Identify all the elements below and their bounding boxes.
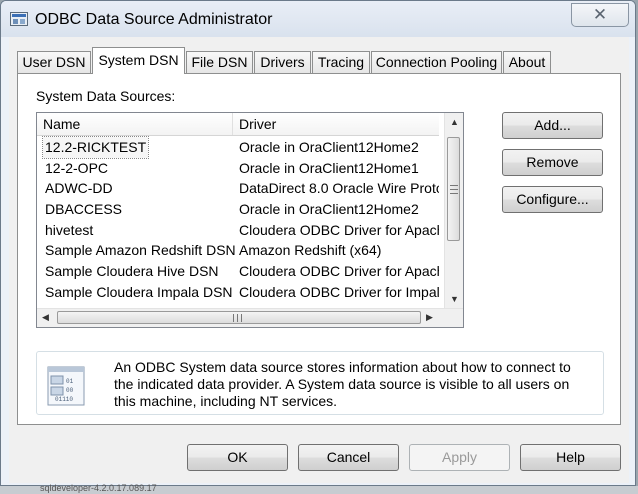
svg-text:01110: 01110	[55, 396, 73, 403]
window-title: ODBC Data Source Administrator	[35, 11, 273, 28]
close-icon: ✕	[592, 5, 608, 24]
scroll-down-arrow-icon[interactable]: ▼	[450, 294, 459, 304]
row-driver: Amazon Redshift (x64)	[239, 242, 382, 259]
grip-icon	[233, 314, 242, 322]
odbc-app-icon	[10, 12, 28, 26]
row-driver: Cloudera ODBC Driver for Apach	[239, 263, 439, 280]
info-description: An ODBC System data source stores inform…	[114, 359, 571, 409]
row-name: hivetest	[45, 221, 94, 238]
horizontal-scroll-thumb[interactable]	[57, 311, 421, 324]
cancel-button[interactable]: Cancel	[298, 444, 399, 471]
list-row[interactable]: Sample Cloudera Hive DSN Cloudera ODBC Dr…	[37, 261, 439, 282]
configure-button[interactable]: Configure...	[502, 186, 603, 213]
data-source-list[interactable]: Name Driver 12.2-RICKTEST Oracle in OraCl…	[36, 112, 464, 328]
tab-connection-pooling[interactable]: Connection Pooling	[371, 51, 502, 73]
row-driver: Oracle in OraClient12Home2	[239, 139, 419, 155]
row-driver: Cloudera ODBC Driver for Impala	[239, 283, 439, 300]
row-driver: Oracle in OraClient12Home2	[239, 201, 419, 218]
row-driver: Cloudera ODBC Driver for Apach	[239, 221, 439, 238]
system-dsn-panel: System Data Sources: Name Driver 12.2-RI…	[17, 73, 621, 425]
tab-file-dsn[interactable]: File DSN	[186, 51, 253, 73]
tab-tracing[interactable]: Tracing	[312, 51, 370, 73]
row-name: Sample Cloudera Hive DSN	[45, 263, 219, 280]
scroll-up-arrow-icon[interactable]: ▲	[450, 117, 459, 127]
horizontal-scrollbar[interactable]: ◀ ▶	[37, 308, 463, 327]
list-header: Name Driver	[37, 113, 439, 136]
vertical-scrollbar[interactable]: ▲ ▼	[444, 113, 463, 310]
list-row[interactable]: ADWC-DD DataDirect 8.0 Oracle Wire Proto	[37, 178, 439, 199]
tab-system-dsn[interactable]: System DSN	[92, 47, 185, 74]
scroll-left-arrow-icon[interactable]: ◀	[42, 312, 49, 323]
grip-icon	[450, 185, 458, 194]
row-name: DBACCESS	[45, 201, 123, 218]
tab-about[interactable]: About	[503, 51, 551, 73]
info-box: 01 00 01110 An ODBC System data source s…	[36, 351, 604, 415]
row-driver: Oracle in OraClient12Home1	[239, 159, 419, 176]
list-row[interactable]: Sample Amazon Redshift DSN Amazon Redshif…	[37, 240, 439, 261]
background-taskbar-strip: sqldeveloper-4.2.0.17.089.17	[0, 483, 638, 494]
title-bar: ODBC Data Source Administrator ✕	[1, 1, 635, 37]
column-header-driver[interactable]: Driver	[233, 113, 439, 135]
dialog-client-area: User DSN System DSN File DSN Drivers Tra…	[9, 37, 629, 483]
row-name: 12-2-OPC	[45, 159, 109, 176]
svg-text:01: 01	[66, 378, 74, 385]
apply-button: Apply	[409, 444, 510, 471]
tab-user-dsn[interactable]: User DSN	[17, 51, 91, 73]
row-name: 12.2-RICKTEST	[41, 136, 150, 159]
row-driver: DataDirect 8.0 Oracle Wire Proto	[239, 180, 439, 197]
remove-button[interactable]: Remove	[502, 149, 603, 176]
help-button[interactable]: Help	[520, 444, 621, 471]
list-row[interactable]: DBACCESS Oracle in OraClient12Home2	[37, 199, 439, 220]
row-name: Sample Cloudera Impala DSN	[45, 283, 233, 300]
list-row[interactable]: Sample Cloudera Impala DSN Cloudera ODBC …	[37, 282, 439, 303]
scroll-right-arrow-icon[interactable]: ▶	[426, 312, 433, 323]
row-name: ADWC-DD	[45, 180, 113, 197]
system-data-sources-label: System Data Sources:	[36, 88, 176, 104]
add-button[interactable]: Add...	[502, 112, 603, 139]
vertical-scroll-thumb[interactable]	[447, 137, 460, 241]
close-button[interactable]: ✕	[571, 3, 629, 27]
column-header-name[interactable]: Name	[37, 113, 233, 135]
ok-button[interactable]: OK	[187, 444, 288, 471]
list-row[interactable]: hivetest Cloudera ODBC Driver for Apach	[37, 220, 439, 241]
list-rows: 12.2-RICKTEST Oracle in OraClient12Home2 …	[37, 136, 439, 303]
tab-drivers[interactable]: Drivers	[254, 51, 311, 73]
svg-text:00: 00	[66, 387, 74, 394]
data-source-icon: 01 00 01110	[47, 366, 85, 406]
list-row[interactable]: 12.2-RICKTEST Oracle in OraClient12Home2	[37, 136, 439, 159]
row-name: Sample Amazon Redshift DSN	[45, 242, 236, 259]
background-window-text: sqldeveloper-4.2.0.17.089.17	[40, 483, 157, 493]
list-row[interactable]: 12-2-OPC Oracle in OraClient12Home1	[37, 158, 439, 179]
odbc-admin-window: ODBC Data Source Administrator ✕ User DS…	[0, 0, 636, 486]
